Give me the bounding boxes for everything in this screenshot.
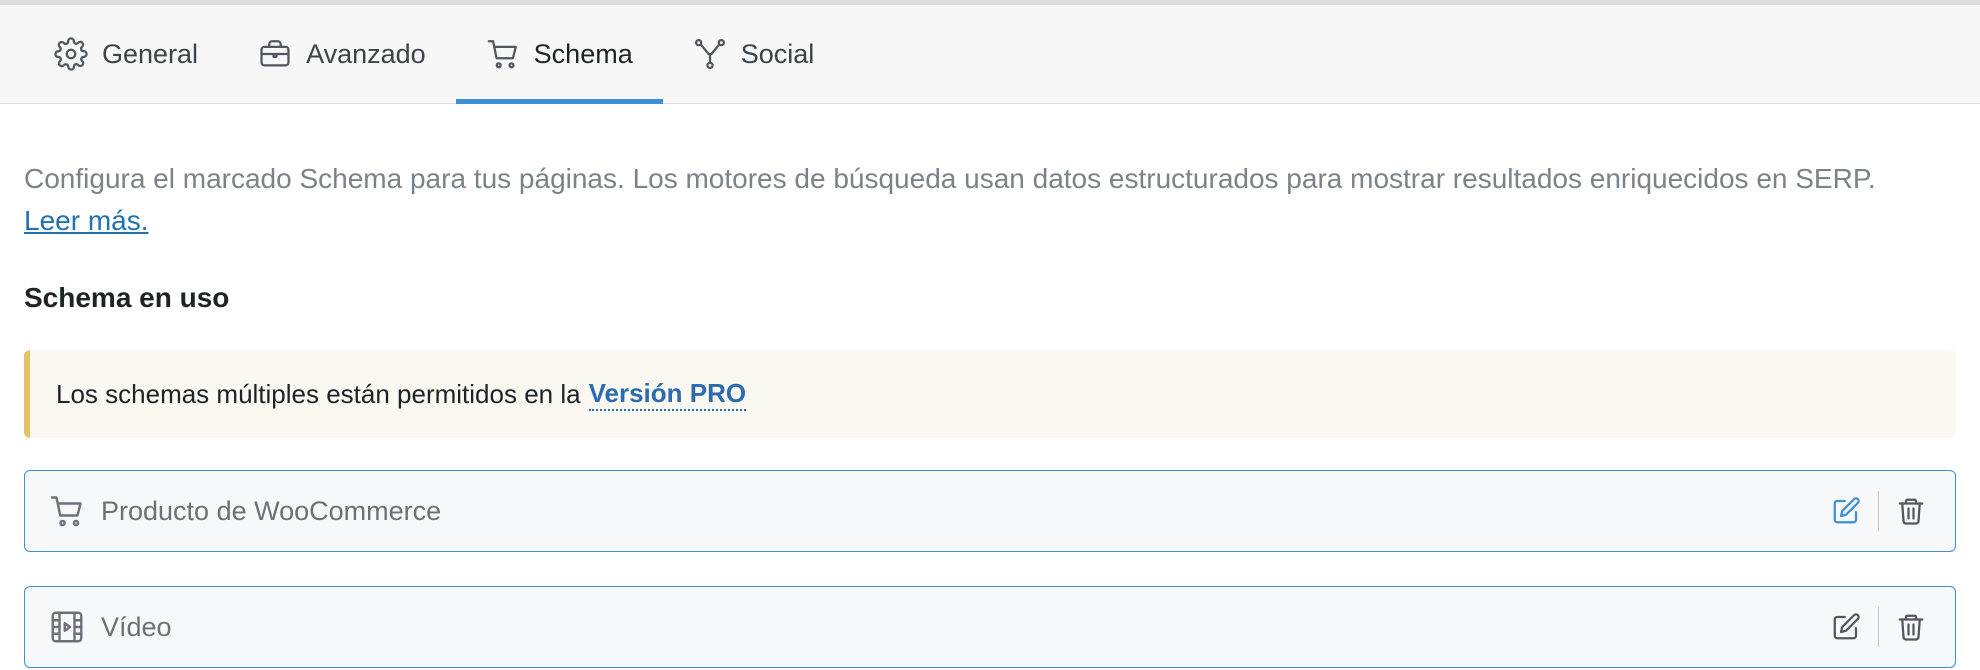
schema-actions [1820, 601, 1937, 653]
tab-avanzado[interactable]: Avanzado [228, 5, 456, 103]
pro-notice: Los schemas múltiples están permitidos e… [24, 350, 1956, 438]
tab-label: General [102, 38, 199, 69]
tab-label: Schema [533, 38, 633, 69]
edit-icon [1833, 497, 1860, 524]
description-text: Configura el marcado Schema para tus pág… [24, 163, 1876, 194]
edit-icon [1833, 613, 1860, 640]
edit-schema-button[interactable] [1820, 485, 1872, 537]
description: Configura el marcado Schema para tus pág… [24, 158, 1924, 242]
trash-icon [1898, 614, 1924, 641]
divider [1878, 491, 1879, 531]
delete-schema-button[interactable] [1885, 485, 1937, 537]
tab-label: Social [740, 38, 815, 69]
tab-schema[interactable]: Schema [455, 5, 663, 104]
schema-item-product: Producto de WooCommerce [24, 470, 1956, 552]
trash-icon [1898, 498, 1924, 525]
schema-panel: Configura el marcado Schema para tus pág… [0, 158, 1980, 668]
section-title: Schema en uso [24, 282, 230, 313]
schema-actions [1820, 485, 1937, 537]
tab-social[interactable]: Social [663, 5, 845, 103]
schema-name: Vídeo [101, 611, 172, 642]
notice-text: Los schemas múltiples están permitidos e… [56, 378, 581, 409]
tab-general[interactable]: General [24, 5, 228, 103]
tab-label: Avanzado [306, 38, 426, 69]
schema-name: Producto de WooCommerce [101, 495, 442, 526]
divider [1878, 607, 1879, 647]
film-icon [49, 609, 85, 645]
briefcase-icon [260, 40, 290, 67]
gear-icon [54, 37, 88, 71]
cart-icon [49, 493, 85, 529]
cart-icon [487, 40, 517, 69]
pro-version-link[interactable]: Versión PRO [588, 378, 747, 411]
tab-bar: General Avanzado Schema Social [0, 5, 1980, 104]
read-more-link[interactable]: Leer más. [24, 205, 149, 236]
share-nodes-icon [694, 38, 725, 70]
delete-schema-button[interactable] [1885, 601, 1937, 653]
edit-schema-button[interactable] [1820, 601, 1872, 653]
schema-item-video: Vídeo [24, 586, 1956, 668]
